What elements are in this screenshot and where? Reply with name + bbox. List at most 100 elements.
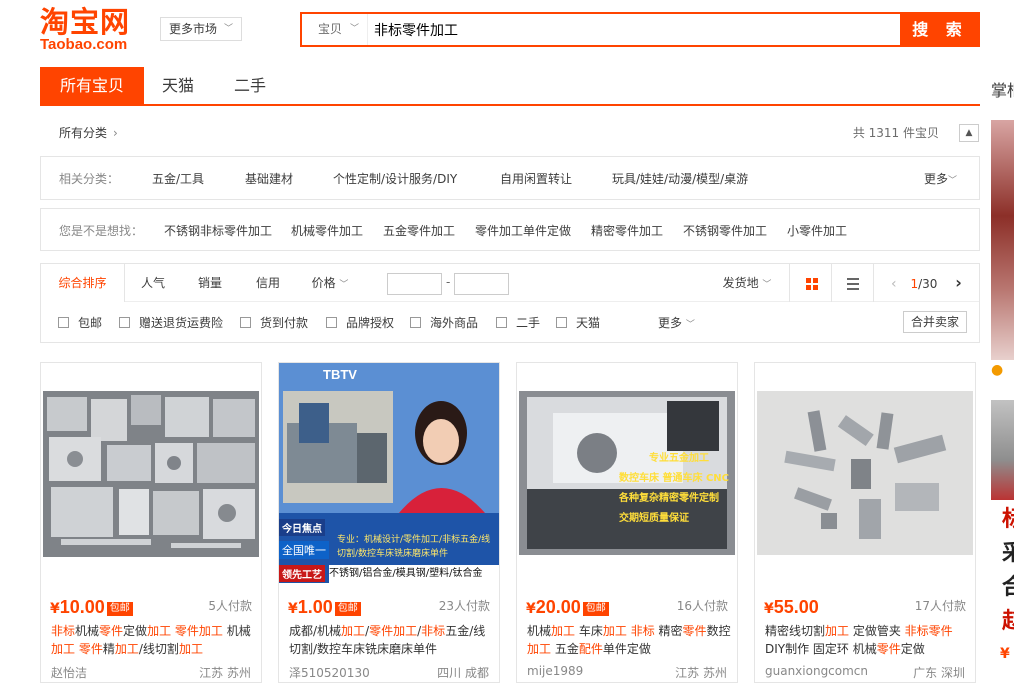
title-text: 定做 [123, 624, 148, 638]
filter-tmall[interactable]: 天猫 [556, 314, 600, 331]
related-item[interactable]: 玩具/娃娃/动漫/模型/桌游 [612, 170, 748, 187]
sort-sales[interactable]: 销量 [181, 264, 239, 302]
filter-second-hand[interactable]: 二手 [496, 314, 540, 331]
checkbox[interactable] [119, 317, 130, 328]
product-price: ¥20.00 包邮 [526, 597, 609, 618]
related-item[interactable]: 个性定制/设计服务/DIY [333, 170, 457, 187]
ship-from-dropdown[interactable]: 发货地 ﹀ [713, 264, 781, 302]
sort-default[interactable]: 综合排序 [41, 264, 125, 302]
breadcrumb-label: 所有分类 [59, 126, 108, 140]
chevron-down-icon: ﹀ [339, 280, 349, 290]
keyword-highlight: 非标零件 [904, 624, 953, 638]
filter-more-button[interactable]: 更多 ﹀ [658, 314, 695, 331]
suggestion-link[interactable]: 机械零件加工 [291, 222, 363, 239]
product-card[interactable]: ¥55.00 17人付款 精密线切割加工 定做管夹 非标零件 DIY制作 固定环… [754, 362, 976, 683]
suggestion-link[interactable]: 不锈钢非标零件加工 [164, 222, 272, 239]
keyword-highlight: 零件加工 [369, 624, 418, 638]
filter-overseas[interactable]: 海外商品 [410, 314, 478, 331]
related-item[interactable]: 自用闲置转让 [500, 170, 572, 187]
search-type-dropdown[interactable]: 宝贝 ﹀ [302, 14, 368, 45]
product-image[interactable] [755, 363, 975, 583]
price-value: 55.00 [773, 597, 819, 617]
title-text: 精 [102, 642, 115, 656]
suggestions-label: 您是不是想找： [59, 224, 144, 238]
product-title[interactable]: 精密线切割加工 定做管夹 非标零件 DIY制作 固定环 机械零件定做 [765, 622, 969, 658]
search-input[interactable] [372, 14, 892, 45]
checkbox[interactable] [556, 317, 567, 328]
product-image[interactable] [41, 363, 261, 583]
checkbox[interactable] [326, 317, 337, 328]
product-card[interactable]: 专业五金加工 数控车床 普通车床 CNC 各种复杂精密零件定制 交期短质量保证 … [516, 362, 738, 683]
sidebar-ad-image[interactable] [991, 400, 1014, 500]
merge-sellers-button[interactable]: 合并卖家 [903, 311, 967, 333]
taobao-logo[interactable]: 淘宝网 Taobao.com [40, 6, 150, 52]
shop-location: 广东 深圳 [913, 666, 965, 680]
sold-count: 23人付款 [438, 599, 490, 613]
title-text: 定做 [900, 642, 925, 656]
filter-cod[interactable]: 货到付款 [240, 314, 308, 331]
sort-popularity[interactable]: 人气 [125, 264, 181, 302]
sidebar-ad-char: 合 [1002, 575, 1014, 600]
product-card[interactable]: TBTV 今日焦点 全国唯一 专业：机械设计/零件加工/非标五金/线切割/数控车… [278, 362, 500, 683]
related-item[interactable]: 五金/工具 [152, 170, 204, 187]
suggestion-link[interactable]: 不锈钢零件加工 [683, 222, 767, 239]
tab-second-hand[interactable]: 二手 [216, 67, 284, 104]
filter-return-insurance[interactable]: 赠送退货运费险 [119, 314, 223, 331]
chevron-right-icon[interactable]: › [955, 273, 962, 292]
product-image[interactable]: 专业五金加工 数控车床 普通车床 CNC 各种复杂精密零件定制 交期短质量保证 [517, 363, 737, 583]
tbtv-logo: TBTV [323, 367, 357, 382]
tab-all-items[interactable]: 所有宝贝 [40, 67, 144, 104]
sold-count: 16人付款 [676, 599, 728, 613]
suggestion-link[interactable]: 五金零件加工 [383, 222, 455, 239]
keyword-highlight: 零件 [78, 642, 103, 656]
related-more-label: 更多 [924, 172, 949, 186]
sort-price[interactable]: 价格 ﹀ [299, 264, 361, 302]
chevron-right-icon: › [113, 126, 118, 140]
free-shipping-badge: 包邮 [334, 602, 361, 616]
checkbox[interactable] [58, 317, 69, 328]
price-max-input[interactable] [454, 273, 509, 295]
shop-location: 四川 成都 [437, 666, 489, 680]
related-item[interactable]: 基础建材 [245, 170, 293, 187]
tab-tmall[interactable]: 天猫 [144, 67, 212, 104]
checkbox[interactable] [240, 317, 251, 328]
collapse-button[interactable]: ▲ [959, 124, 979, 142]
filter-free-shipping[interactable]: 包邮 [58, 314, 102, 331]
related-more-button[interactable]: 更多﹀ [924, 170, 957, 187]
shop-name[interactable]: guanxiongcomcn [765, 664, 868, 678]
shop-name[interactable]: 赵怡洁 [51, 664, 87, 681]
ad-line-4: 交期短质量保证 [619, 513, 689, 524]
materials-ticker: 不锈钢/铝合金/模具钢/塑料/钛合金 [329, 565, 499, 583]
ad-line-1: 专业五金加工 [649, 453, 709, 464]
price-min-input[interactable] [387, 273, 442, 295]
product-title[interactable]: 非标机械零件定做加工 零件加工 机械加工 零件精加工/线切割加工 [51, 622, 255, 658]
sidebar-ad-image[interactable] [991, 120, 1014, 360]
product-card[interactable]: ¥10.00 包邮 5人付款 非标机械零件定做加工 零件加工 机械加工 零件精加工… [40, 362, 262, 683]
sidebar-ad-char: 采 [1002, 541, 1014, 566]
grid-view-icon[interactable] [806, 278, 818, 290]
sort-price-label: 价格 [311, 276, 336, 290]
suggestion-link[interactable]: 小零件加工 [787, 222, 847, 239]
product-title[interactable]: 成都/机械加工/零件加工/非标五金/线切割/数控车床铣床磨床单件 [289, 622, 493, 658]
keyword-highlight: 零件 [99, 624, 124, 638]
product-image[interactable]: TBTV 今日焦点 全国唯一 专业：机械设计/零件加工/非标五金/线切割/数控车… [279, 363, 499, 583]
sort-credit[interactable]: 信用 [239, 264, 297, 302]
page-current: 1 [910, 277, 919, 291]
more-market-dropdown[interactable]: 更多市场 ﹀ [160, 17, 242, 41]
product-title[interactable]: 机械加工 车床加工 非标 精密零件数控加工 五金配件单件定做 [527, 622, 731, 658]
filter-label: 赠送退货运费险 [139, 316, 224, 330]
suggestion-link[interactable]: 零件加工单件定做 [475, 222, 571, 239]
product-price: ¥55.00 [764, 597, 819, 617]
keyword-highlight: 加工 [551, 624, 576, 638]
shop-name[interactable]: 泽510520130 [289, 664, 370, 681]
title-text: 机械 [75, 624, 100, 638]
suggestion-link[interactable]: 精密零件加工 [591, 222, 663, 239]
filter-brand[interactable]: 品牌授权 [326, 314, 394, 331]
search-button[interactable]: 搜 索 [900, 12, 980, 47]
chevron-left-icon[interactable]: ‹ [891, 276, 897, 292]
shop-name[interactable]: mije1989 [527, 664, 583, 678]
list-view-icon[interactable] [847, 278, 859, 290]
checkbox[interactable] [496, 317, 507, 328]
checkbox[interactable] [410, 317, 421, 328]
breadcrumb[interactable]: 所有分类 › [59, 124, 118, 141]
